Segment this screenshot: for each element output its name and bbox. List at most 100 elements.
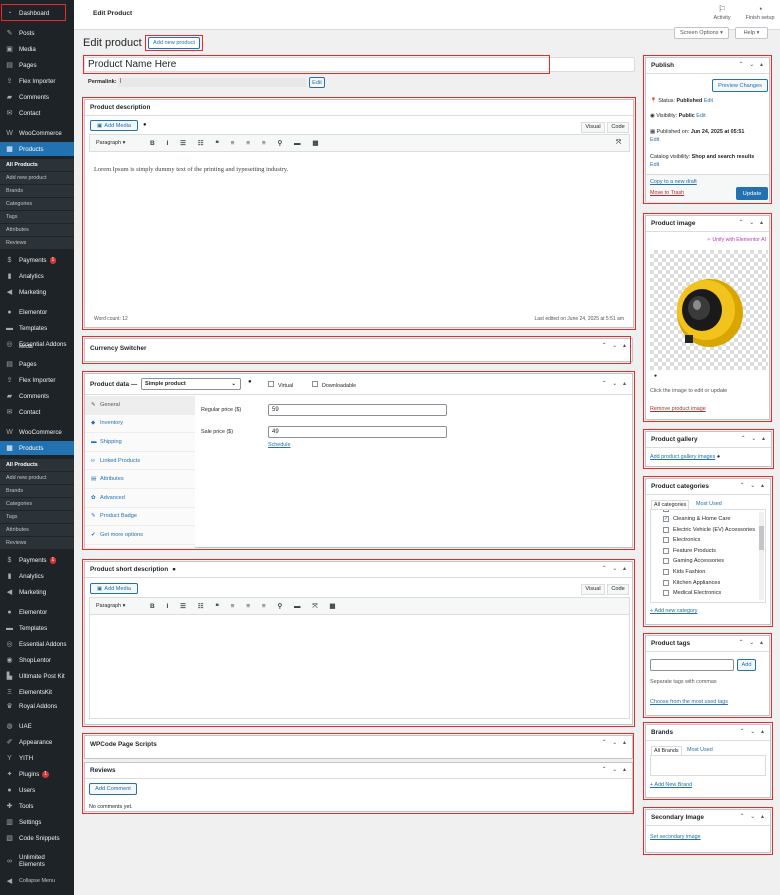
sidebar-item-plugins[interactable]: ✦ Plugins 1: [0, 767, 74, 781]
tab-general[interactable]: ✎ General: [85, 396, 195, 415]
description-content[interactable]: Lorem Ipsum is simply dummy text of the …: [94, 166, 288, 173]
panel-arrows-icon[interactable]: ⌃ ⌄ ▴: [740, 728, 766, 735]
brand-checklist[interactable]: [650, 755, 766, 776]
sidebar-item-yith[interactable]: Y YITH: [0, 751, 74, 765]
sidebar-item-ultimate-post-kit[interactable]: ▙ Ultimate Post Kit: [0, 669, 74, 683]
add-new-category-link[interactable]: + Add new category: [650, 608, 698, 614]
add-comment-button[interactable]: Add Comment: [89, 783, 137, 795]
tab-all-brands[interactable]: All Brands: [651, 746, 682, 755]
sidebar-item-users[interactable]: ● Users: [0, 783, 74, 797]
toolbar-icons[interactable]: B I ☰ ☷ ❝ ≡ ≡ ≡ ⚲ ▬ ▦: [150, 139, 324, 147]
checkbox[interactable]: [663, 526, 669, 533]
finish-setup-button[interactable]: ◔ Finish setup: [742, 4, 778, 21]
sidebar-item-contact[interactable]: ✉ Contact: [0, 405, 74, 419]
category-item[interactable]: ✓ Cleaning & Home Care: [663, 514, 731, 524]
screen-options-button[interactable]: Screen Options ▾: [674, 27, 729, 39]
tab-inventory[interactable]: ◆ Inventory: [85, 414, 195, 434]
panel-arrows-icon[interactable]: ⌃ ⌄ ▴: [602, 739, 628, 746]
panel-arrows-icon[interactable]: ⌃ ⌄ ▴: [602, 565, 628, 572]
sidebar-item-pages[interactable]: ▤ Pages: [0, 357, 74, 371]
submenu-item[interactable]: Brands: [0, 185, 74, 197]
choose-tags-link[interactable]: Choose from the most used tags: [650, 699, 728, 705]
sidebar-item-payments[interactable]: $ Payments 1: [0, 253, 74, 267]
sidebar-item-essential-addons[interactable]: ◎ Essential Addons: [0, 637, 74, 651]
submenu-item[interactable]: All Products: [0, 459, 74, 471]
set-secondary-image-link[interactable]: Set secondary image: [650, 834, 701, 840]
tab-code[interactable]: Code: [607, 122, 629, 133]
submenu-item[interactable]: Attributes: [0, 224, 74, 236]
add-new-brand-link[interactable]: + Add New Brand: [650, 782, 692, 788]
submenu-item[interactable]: Reviews: [0, 237, 74, 249]
tab-most-used[interactable]: Most Used: [687, 747, 713, 753]
collapse-menu-button[interactable]: ◀ Collapse Menu: [0, 874, 74, 888]
product-title-input[interactable]: Product Name Here: [84, 57, 635, 72]
category-item[interactable]: Kitchen Appliances: [663, 578, 720, 588]
category-item[interactable]: Medical Electronics: [663, 588, 721, 598]
add-media-button[interactable]: ▣ Add Media: [90, 583, 138, 594]
category-item[interactable]: Feature Products: [663, 546, 716, 556]
checkbox[interactable]: [663, 579, 669, 586]
tab-product-badge[interactable]: ✎ Product Badge: [85, 507, 195, 527]
short-description-content[interactable]: [89, 615, 630, 719]
sidebar-item-media[interactable]: Media: [0, 343, 74, 351]
submenu-item[interactable]: Add new product: [0, 172, 74, 184]
visibility-edit-link[interactable]: Edit: [696, 113, 705, 119]
scroll-thumb[interactable]: [759, 526, 764, 550]
format-select[interactable]: Paragraph ▾: [96, 603, 125, 609]
sidebar-item-flex-importer[interactable]: ⇪ Flex Importer: [0, 74, 74, 88]
sidebar-item-templates[interactable]: ▬ Templates: [0, 621, 74, 635]
sidebar-item-appearance[interactable]: ✐ Appearance: [0, 735, 74, 749]
submenu-item[interactable]: Tags: [0, 511, 74, 523]
sidebar-item-settings[interactable]: ▥ Settings: [0, 815, 74, 829]
sidebar-item-flex-importer[interactable]: ⇪ Flex Importer: [0, 373, 74, 387]
virtual-checkbox[interactable]: Virtual: [268, 381, 293, 389]
sale-price-input[interactable]: 49: [268, 426, 447, 438]
category-scrollbar[interactable]: [759, 512, 764, 600]
add-new-product-button[interactable]: Add new product: [148, 37, 200, 49]
sidebar-item-contact[interactable]: ✉ Contact: [0, 106, 74, 120]
tab-most-used[interactable]: Most Used: [696, 501, 722, 507]
sidebar-item-analytics[interactable]: ▮ Analytics: [0, 269, 74, 283]
update-button[interactable]: Update: [736, 187, 768, 200]
sidebar-item-marketing[interactable]: ◀ Marketing: [0, 585, 74, 599]
activity-button[interactable]: ⚐ Activity: [708, 4, 736, 21]
help-button[interactable]: Help ▾: [735, 27, 768, 39]
submenu-item[interactable]: Tags: [0, 211, 74, 223]
copy-draft-link[interactable]: Copy to a new draft: [650, 179, 697, 185]
sidebar-item-comments[interactable]: ▰ Comments: [0, 90, 74, 104]
checkbox[interactable]: [663, 558, 669, 565]
tag-input[interactable]: [650, 659, 734, 671]
downloadable-checkbox[interactable]: Downloadable: [312, 381, 356, 389]
submenu-item[interactable]: Categories: [0, 498, 74, 510]
checkbox[interactable]: ✓: [663, 516, 669, 522]
tab-visual[interactable]: Visual: [581, 122, 605, 133]
tab-advanced[interactable]: ✿ Advanced: [85, 489, 195, 508]
panel-arrows-icon[interactable]: ⌃ ⌄ ▴: [740, 813, 766, 820]
checkbox[interactable]: [663, 590, 669, 597]
sidebar-item-code-snippets[interactable]: ▧ Code Snippets: [0, 831, 74, 845]
tab-shipping[interactable]: ▬ Shipping: [85, 433, 195, 452]
permalink-edit-button[interactable]: Edit: [309, 77, 325, 88]
submenu-item[interactable]: Brands: [0, 485, 74, 497]
category-item[interactable]: Kids Fashion: [663, 567, 705, 577]
unify-elementor-ai-link[interactable]: ✧ Unify with Elementor AI: [707, 237, 766, 243]
sidebar-item-comments[interactable]: ▰ Comments: [0, 389, 74, 403]
sidebar-item-uae[interactable]: ◍ UAE: [0, 719, 74, 733]
sidebar-item-shoplentor[interactable]: ◉ ShopLentor: [0, 653, 74, 667]
sidebar-item-media[interactable]: ▣ Media: [0, 42, 74, 56]
regular-price-input[interactable]: 59: [268, 404, 447, 416]
category-item[interactable]: Gaming Accessories: [663, 556, 724, 566]
panel-arrows-icon[interactable]: ⌃ ⌄ ▴: [602, 380, 628, 387]
sidebar-item-posts[interactable]: ✎ Posts: [0, 26, 74, 40]
sidebar-item-templates[interactable]: ▬ Templates: [0, 321, 74, 335]
toolbar-icons[interactable]: B I ☰ ☷ ❝ ≡ ≡ ≡ ⚲ ▬ ⤧ ▦: [150, 602, 341, 611]
panel-arrows-icon[interactable]: ⌃ ⌄ ▴: [602, 766, 628, 773]
add-media-button[interactable]: ▣ Add Media: [90, 120, 138, 131]
panel-arrows-icon[interactable]: ⌃ ⌄ ▴: [739, 219, 765, 226]
submenu-item[interactable]: All Products: [0, 159, 74, 171]
submenu-item[interactable]: Categories: [0, 198, 74, 210]
panel-arrows-icon[interactable]: ⌃ ⌄ ▴: [741, 435, 767, 442]
tab-attributes[interactable]: ▤ Attributes: [85, 470, 195, 489]
sidebar-item-analytics[interactable]: ▮ Analytics: [0, 569, 74, 583]
published-edit-link[interactable]: Edit: [650, 137, 659, 143]
